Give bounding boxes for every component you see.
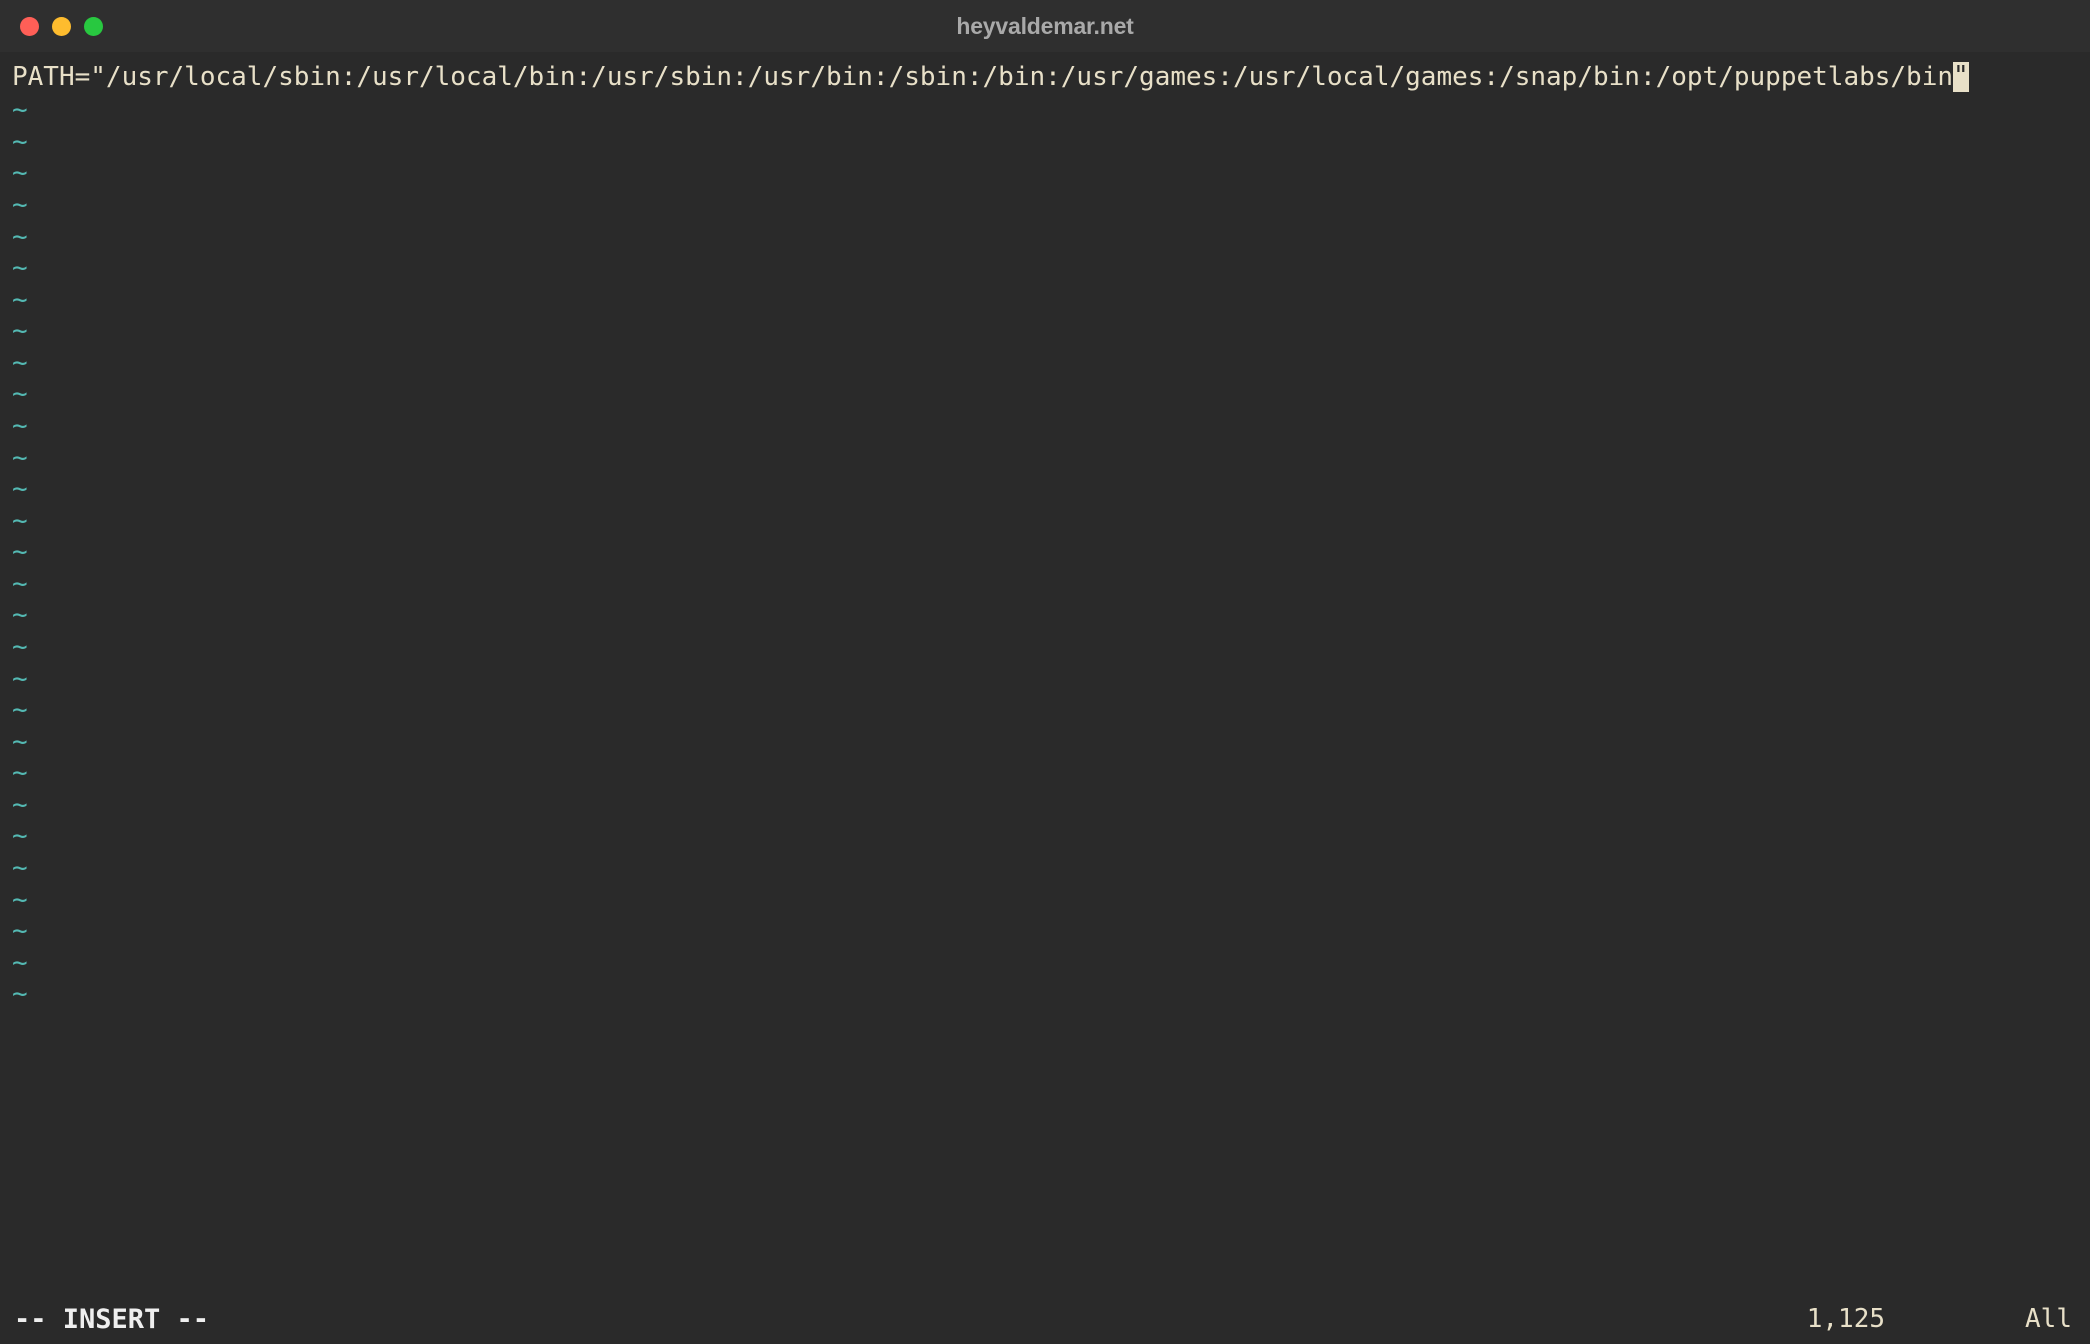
empty-line-tilde: ~ — [12, 758, 2078, 790]
cursor — [1953, 62, 1969, 92]
empty-line-tilde: ~ — [12, 190, 2078, 222]
empty-line-tilde: ~ — [12, 695, 2078, 727]
titlebar: heyvaldemar.net — [0, 0, 2090, 52]
empty-line-tilde: ~ — [12, 853, 2078, 885]
empty-line-tilde: ~ — [12, 506, 2078, 538]
scroll-indicator: All — [2025, 1304, 2072, 1334]
minimize-button[interactable] — [52, 17, 71, 36]
empty-line-tilde: ~ — [12, 790, 2078, 822]
empty-lines: ~~~~~~~~~~~~~~~~~~~~~~~~~~~~~ — [12, 93, 2078, 1300]
empty-line-tilde: ~ — [12, 127, 2078, 159]
empty-line-tilde: ~ — [12, 379, 2078, 411]
editor-area[interactable]: PATH="/usr/local/sbin:/usr/local/bin:/us… — [0, 52, 2090, 1300]
file-content[interactable]: PATH="/usr/local/sbin:/usr/local/bin:/us… — [12, 62, 2078, 93]
empty-line-tilde: ~ — [12, 348, 2078, 380]
empty-line-tilde: ~ — [12, 948, 2078, 980]
empty-line-tilde: ~ — [12, 474, 2078, 506]
close-button[interactable] — [20, 17, 39, 36]
editor-mode: -- INSERT -- — [14, 1304, 209, 1335]
empty-line-tilde: ~ — [12, 916, 2078, 948]
empty-line-tilde: ~ — [12, 537, 2078, 569]
cursor-position: 1,125 — [1807, 1304, 1885, 1334]
statusbar: -- INSERT -- 1,125 All — [0, 1300, 2090, 1344]
empty-line-tilde: ~ — [12, 979, 2078, 1011]
empty-line-tilde: ~ — [12, 664, 2078, 696]
empty-line-tilde: ~ — [12, 253, 2078, 285]
empty-line-tilde: ~ — [12, 727, 2078, 759]
empty-line-tilde: ~ — [12, 569, 2078, 601]
empty-line-tilde: ~ — [12, 222, 2078, 254]
traffic-lights — [20, 17, 103, 36]
maximize-button[interactable] — [84, 17, 103, 36]
window-title: heyvaldemar.net — [956, 13, 1133, 40]
empty-line-tilde: ~ — [12, 411, 2078, 443]
empty-line-tilde: ~ — [12, 632, 2078, 664]
empty-line-tilde: ~ — [12, 285, 2078, 317]
empty-line-tilde: ~ — [12, 95, 2078, 127]
text-before-cursor: PATH="/usr/local/sbin:/usr/local/bin:/us… — [12, 62, 1953, 92]
empty-line-tilde: ~ — [12, 443, 2078, 475]
empty-line-tilde: ~ — [12, 821, 2078, 853]
empty-line-tilde: ~ — [12, 316, 2078, 348]
empty-line-tilde: ~ — [12, 885, 2078, 917]
empty-line-tilde: ~ — [12, 158, 2078, 190]
empty-line-tilde: ~ — [12, 600, 2078, 632]
